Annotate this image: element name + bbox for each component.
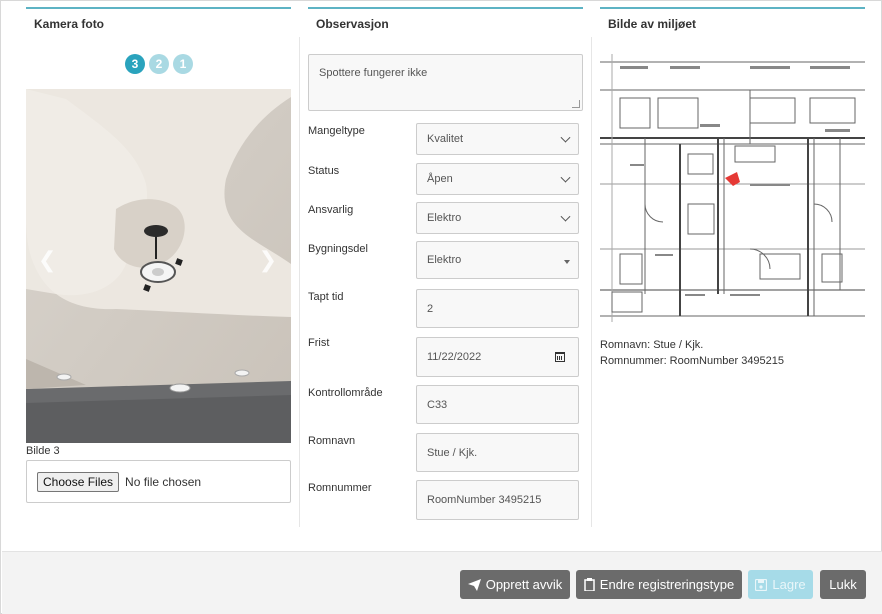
status-label: Status: [308, 165, 340, 177]
kontrollomrade-value: C33: [427, 398, 448, 411]
paper-plane-icon: [467, 578, 481, 591]
close-button[interactable]: Lukk: [820, 570, 866, 599]
caret-down-icon: [564, 260, 570, 264]
romnummer-value: RoomNumber 3495215: [427, 494, 542, 506]
choose-files-button[interactable]: Choose Files: [37, 471, 120, 492]
environment-room-number: Romnummer: RoomNumber 3495215: [600, 355, 785, 367]
bygningsdel-value: Elektro: [427, 254, 462, 266]
environment-room-name: Romnavn: Stue / Kjk.: [600, 339, 704, 351]
tapt-tid-input[interactable]: 2: [416, 289, 579, 328]
modal-footer: Opprett avvik Endre registreringstype La…: [2, 551, 882, 614]
resize-grip-icon[interactable]: [572, 100, 580, 108]
tapt-tid-label: Tapt tid: [308, 291, 344, 303]
carousel-prev-icon[interactable]: ❮: [38, 247, 56, 273]
floppy-disk-icon: [755, 578, 768, 591]
frist-value: 11/22/2022: [427, 351, 482, 363]
registration-modal: Kamera foto 3 2 1 ❮ ❯ Bilde 3 Choose Fil…: [0, 0, 882, 614]
tapt-tid-value: 2: [427, 302, 434, 315]
calendar-icon[interactable]: [555, 352, 565, 362]
romnummer-label: Romnummer: [308, 482, 372, 494]
romnummer-input[interactable]: RoomNumber 3495215: [416, 480, 579, 520]
save-label: Lagre: [772, 577, 806, 592]
floor-plan-image: [600, 54, 865, 322]
romnavn-input[interactable]: Stue / Kjk.: [416, 433, 579, 472]
ansvarlig-select[interactable]: Elektro: [416, 202, 579, 234]
column-divider: [591, 37, 592, 527]
observation-textarea[interactable]: Spottere fungerer ikke: [308, 54, 583, 111]
kontrollomrade-input[interactable]: C33: [416, 385, 579, 424]
frist-label: Frist: [308, 337, 330, 349]
romnavn-value: Stue / Kjk.: [427, 446, 478, 459]
mangeltype-label: Mangeltype: [308, 125, 365, 137]
file-status: No file chosen: [125, 474, 202, 489]
mangeltype-value: Kvalitet: [427, 133, 464, 145]
clipboard-icon: [584, 578, 595, 591]
file-upload: Choose Files No file chosen: [26, 460, 291, 503]
bygningsdel-select[interactable]: Elektro: [416, 241, 579, 279]
chevron-down-icon: [560, 132, 571, 143]
photo-caption: Bilde 3: [26, 445, 60, 457]
carousel-indicators: 3 2 1: [125, 54, 193, 74]
column-divider: [299, 37, 300, 527]
chevron-down-icon: [560, 172, 571, 183]
observation-text: Spottere fungerer ikke: [319, 67, 428, 79]
camera-column: Kamera foto 3 2 1 ❮ ❯ Bilde 3 Choose Fil…: [26, 7, 291, 503]
environment-column: Bilde av miljøet Romnavn: Stue / Kjk. Ro…: [600, 7, 865, 367]
status-value: Åpen: [427, 173, 453, 185]
romnavn-label: Romnavn: [308, 435, 356, 447]
observation-column: Observasjon Spottere fungerer ikke Mange…: [308, 7, 583, 520]
mangeltype-select[interactable]: Kvalitet: [416, 123, 579, 155]
create-deviation-button[interactable]: Opprett avvik: [460, 570, 570, 599]
frist-date-input[interactable]: 11/22/2022: [416, 337, 579, 377]
environment-info: Romnavn: Stue / Kjk. Romnummer: RoomNumb…: [600, 337, 784, 369]
status-select[interactable]: Åpen: [416, 163, 579, 195]
ansvarlig-label: Ansvarlig: [308, 204, 354, 216]
change-registration-type-label: Endre registreringstype: [599, 577, 735, 592]
carousel-indicator-1[interactable]: 1: [173, 54, 193, 74]
chevron-down-icon: [560, 211, 571, 222]
change-registration-type-button[interactable]: Endre registreringstype: [576, 570, 742, 599]
observation-title: Observasjon: [308, 7, 583, 37]
kontrollomrade-label: Kontrollområde: [308, 387, 383, 399]
camera-photo: ❮ ❯: [26, 89, 291, 443]
carousel-indicator-2[interactable]: 2: [149, 54, 169, 74]
carousel-next-icon[interactable]: ❯: [259, 247, 277, 273]
close-label: Lukk: [829, 577, 857, 592]
save-button[interactable]: Lagre: [748, 570, 813, 599]
camera-title: Kamera foto: [26, 7, 291, 37]
environment-title: Bilde av miljøet: [600, 7, 865, 37]
carousel-indicator-3[interactable]: 3: [125, 54, 145, 74]
bygningsdel-label: Bygningsdel: [308, 243, 368, 255]
create-deviation-label: Opprett avvik: [485, 577, 563, 592]
ansvarlig-value: Elektro: [427, 212, 462, 224]
